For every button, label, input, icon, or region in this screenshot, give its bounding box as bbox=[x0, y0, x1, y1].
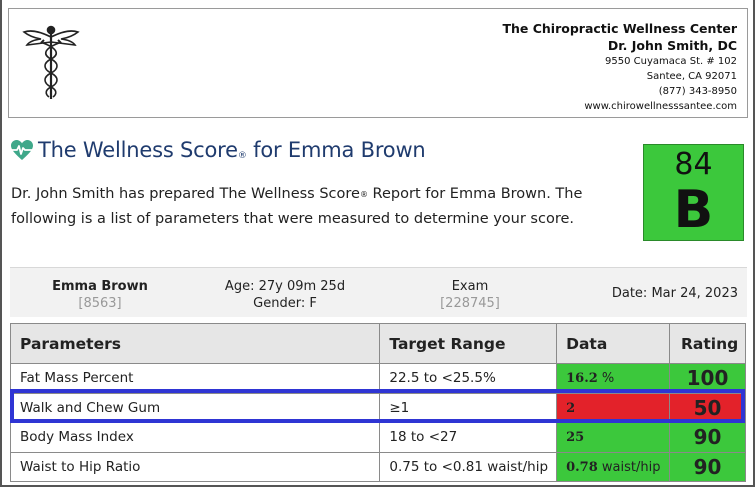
row-data-cell: 0.78 waist/hip bbox=[556, 451, 670, 482]
row-target-range: ≥1 bbox=[379, 392, 558, 423]
table-row: Fat Mass Percent 22.5 to <25.5% 16.2 % 1… bbox=[9, 363, 746, 394]
title-prefix: The Wellness Score bbox=[38, 138, 238, 162]
clinic-address-line1: 9550 Cuyamaca St. # 102 bbox=[605, 56, 737, 67]
clinic-website[interactable]: www.chirowellnesssantee.com bbox=[502, 99, 737, 114]
clinic-address-line2: Santee, CA 92071 bbox=[646, 71, 737, 82]
exam-id: [228745] bbox=[440, 296, 500, 311]
exam-col: Exam [228745] bbox=[410, 278, 530, 312]
intro-part1: Dr. John Smith has prepared The Wellness… bbox=[11, 186, 360, 202]
parameters-table: Parameters Target Range Data Rating Fat … bbox=[9, 323, 746, 482]
clinic-phone: (877) 343-8950 bbox=[658, 86, 737, 97]
title-registered-mark: ® bbox=[237, 151, 247, 161]
row-data-value: 0.78 bbox=[566, 459, 598, 475]
clinic-info: The Chiropractic Wellness Center Dr. Joh… bbox=[502, 20, 737, 114]
row-target-range: 22.5 to <25.5% bbox=[379, 363, 558, 394]
clinic-header: The Chiropractic Wellness Center Dr. Joh… bbox=[8, 8, 748, 118]
row-rating: 90 bbox=[669, 422, 746, 453]
patient-age: Age: 27y 09m 25d bbox=[224, 279, 346, 294]
header-data: Data bbox=[556, 323, 670, 364]
row-target-range: 18 to <27 bbox=[379, 422, 558, 453]
row-data-cell: 2 bbox=[556, 392, 670, 423]
row-data-value: 25 bbox=[566, 430, 585, 446]
header-rating: Rating bbox=[669, 323, 746, 364]
patient-name: Emma Brown bbox=[52, 279, 148, 294]
row-parameter: Body Mass Index bbox=[9, 422, 381, 453]
row-data-unit: % bbox=[597, 371, 615, 387]
row-rating: 90 bbox=[669, 451, 746, 482]
table-row: Body Mass Index 18 to <27 25 90 bbox=[9, 422, 746, 453]
row-data-value: 2 bbox=[566, 400, 576, 416]
header-parameters: Parameters bbox=[9, 323, 381, 364]
row-parameter: Waist to Hip Ratio bbox=[9, 451, 381, 482]
report-title: The Wellness Score® for Emma Brown bbox=[38, 138, 426, 162]
caduceus-logo bbox=[22, 25, 80, 99]
row-parameter: Walk and Chew Gum bbox=[9, 392, 381, 423]
wellness-score-number: 84 bbox=[674, 147, 713, 182]
exam-date: Date: Mar 24, 2023 bbox=[611, 286, 738, 301]
title-suffix: for Emma Brown bbox=[246, 138, 426, 162]
row-data-unit: waist/hip bbox=[597, 459, 661, 475]
table-header-row: Parameters Target Range Data Rating bbox=[9, 323, 746, 364]
intro-registered-mark: ® bbox=[359, 190, 368, 199]
row-data-cell: 16.2 % bbox=[556, 363, 670, 394]
report-title-row: The Wellness Score® for Emma Brown bbox=[10, 138, 426, 162]
exam-label: Exam bbox=[451, 279, 489, 294]
wellness-score-grade: B bbox=[673, 180, 714, 240]
row-target-range: 0.75 to <0.81 waist/hip bbox=[379, 451, 558, 482]
row-rating: 100 bbox=[669, 363, 746, 394]
report-intro: Dr. John Smith has prepared The Wellness… bbox=[11, 182, 611, 231]
patient-id: [8563] bbox=[78, 296, 122, 311]
patient-gender: Gender: F bbox=[253, 296, 317, 311]
clinic-name: The Chiropractic Wellness Center bbox=[502, 21, 737, 36]
patient-info-strip: Emma Brown [8563] Age: 27y 09m 25d Gende… bbox=[10, 267, 747, 317]
row-data-value: 16.2 bbox=[566, 371, 598, 387]
header-target-range: Target Range bbox=[379, 323, 558, 364]
wellness-score-badge: 84 B bbox=[643, 144, 744, 241]
row-data-cell: 25 bbox=[556, 422, 670, 453]
clinic-doctor: Dr. John Smith, DC bbox=[607, 38, 737, 53]
row-rating: 50 bbox=[669, 392, 746, 423]
patient-demographics-col: Age: 27y 09m 25d Gender: F bbox=[210, 278, 360, 312]
patient-name-col: Emma Brown [8563] bbox=[40, 278, 160, 312]
heartbeat-icon bbox=[11, 140, 33, 160]
table-row: Waist to Hip Ratio 0.75 to <0.81 waist/h… bbox=[9, 451, 746, 482]
row-parameter: Fat Mass Percent bbox=[9, 363, 381, 394]
table-row: Walk and Chew Gum ≥1 2 50 bbox=[9, 392, 746, 423]
